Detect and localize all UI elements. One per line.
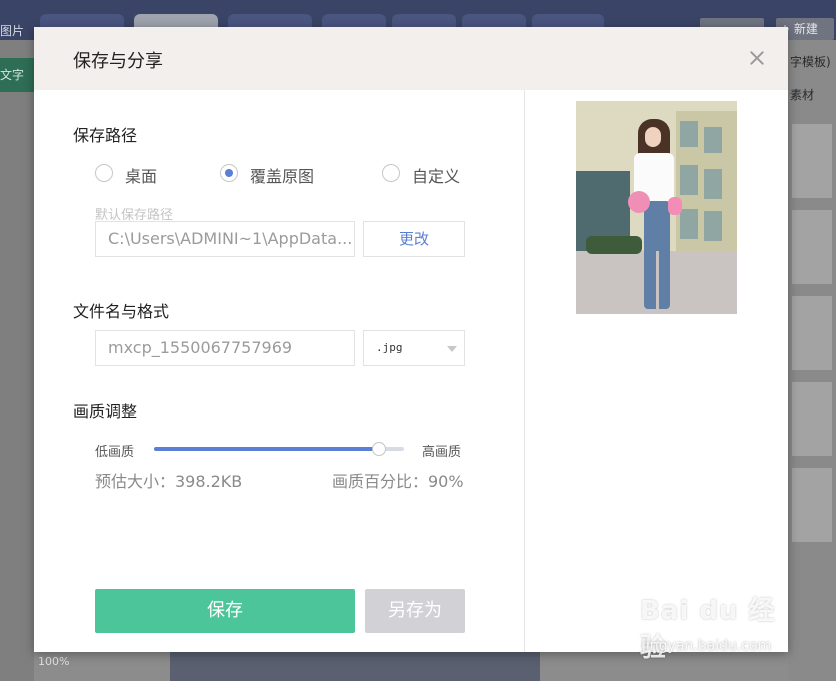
preview-window xyxy=(680,121,698,147)
preview-shrub xyxy=(586,236,642,254)
app-right-thumbnail xyxy=(792,210,832,284)
save-button[interactable]: 保存 xyxy=(95,589,355,633)
preview-window xyxy=(704,127,722,153)
filename-format-title: 文件名与格式 xyxy=(73,302,170,321)
preview-window xyxy=(680,209,698,239)
radio-label: 桌面 xyxy=(125,167,158,186)
app-tab-partial-label: 图片 xyxy=(0,24,25,38)
app-left-panel xyxy=(0,40,34,681)
radio-circle xyxy=(382,164,400,182)
app-right-label: 字模板) xyxy=(790,55,831,69)
app-zoom-label: 100% xyxy=(38,655,70,668)
quality-percent: 画质百分比：90% xyxy=(332,472,464,491)
preview-bag xyxy=(668,197,682,215)
radio-custom[interactable]: 自定义 xyxy=(382,163,472,186)
preview-face xyxy=(645,127,661,147)
preview-window xyxy=(704,211,722,241)
preview-bag xyxy=(628,191,650,213)
change-path-button[interactable]: 更改 xyxy=(363,221,465,257)
close-icon[interactable] xyxy=(748,49,766,67)
app-right-thumbnail xyxy=(792,382,832,456)
quality-slider[interactable] xyxy=(154,442,404,456)
image-preview xyxy=(576,101,737,314)
quality-slider-thumb[interactable] xyxy=(372,442,386,456)
quality-slider-fill xyxy=(154,447,379,451)
format-select-value: .jpg xyxy=(376,341,403,354)
preview-window xyxy=(680,165,698,195)
app-right-thumbnail xyxy=(792,124,832,198)
low-quality-label: 低画质 xyxy=(95,445,135,460)
watermark-url: jingyan.baidu.com xyxy=(642,638,772,654)
baidu-jingyan-watermark: Bai du 经验 jingyan.baidu.com xyxy=(640,590,790,663)
format-select[interactable]: .jpg xyxy=(363,330,465,366)
save-path-field[interactable]: C:\Users\ADMINI~1\AppData... xyxy=(95,221,355,257)
app-left-tab-text: 文字 xyxy=(0,58,34,92)
radio-circle xyxy=(220,164,238,182)
save-share-dialog: 保存与分享 保存路径 桌面 覆盖原图 自定义 默认保存路径 C:\Users\A… xyxy=(34,27,788,652)
dialog-header: 保存与分享 xyxy=(34,27,788,90)
app-canvas-image xyxy=(170,650,540,681)
radio-label: 覆盖原图 xyxy=(250,167,315,186)
app-right-label: 素材 xyxy=(790,88,815,102)
app-right-thumbnail xyxy=(792,468,832,542)
radio-overwrite-original[interactable]: 覆盖原图 xyxy=(220,163,330,186)
quality-title: 画质调整 xyxy=(73,402,138,421)
radio-label: 自定义 xyxy=(412,167,461,186)
dialog-title: 保存与分享 xyxy=(73,51,163,72)
preview-jeans-gap xyxy=(656,251,659,309)
high-quality-label: 高画质 xyxy=(422,445,462,460)
save-as-button[interactable]: 另存为 xyxy=(365,589,465,633)
chevron-down-icon xyxy=(447,346,457,352)
estimated-size: 预估大小：398.2KB xyxy=(95,472,243,491)
filename-input[interactable]: mxcp_1550067757969 xyxy=(95,330,355,366)
radio-desktop[interactable]: 桌面 xyxy=(95,163,175,186)
save-path-title: 保存路径 xyxy=(73,126,138,145)
dialog-divider xyxy=(524,90,525,652)
radio-circle xyxy=(95,164,113,182)
preview-window xyxy=(704,169,722,199)
radio-selected-dot xyxy=(225,169,233,177)
app-right-thumbnail xyxy=(792,296,832,370)
